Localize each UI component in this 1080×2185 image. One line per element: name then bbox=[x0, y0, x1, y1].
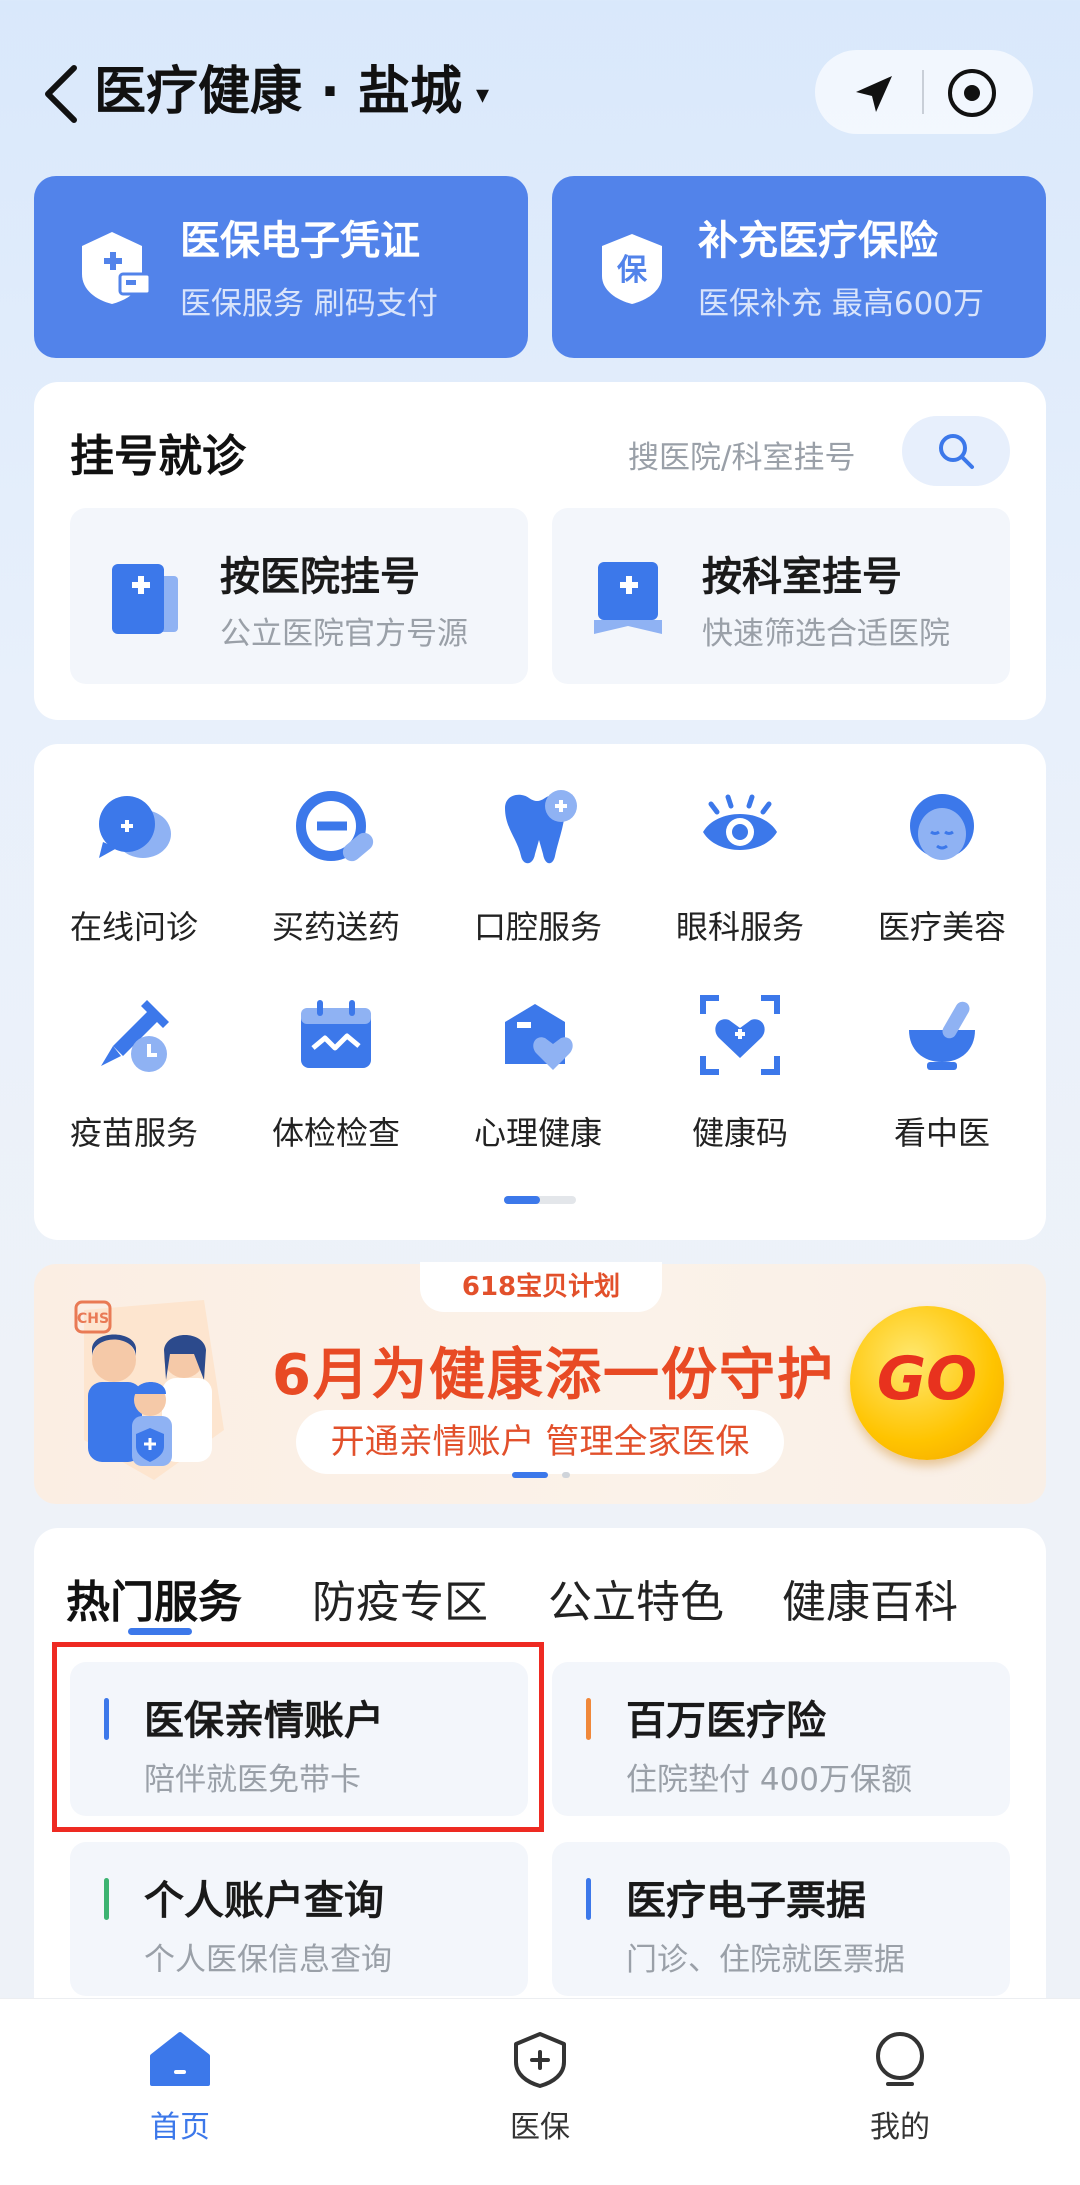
health-code-icon bbox=[700, 995, 780, 1075]
page-title[interactable]: 医疗健康 · 盐城 ▾ bbox=[94, 54, 489, 133]
grid-label: 心理健康 bbox=[473, 1114, 602, 1152]
insurance-card-icon bbox=[82, 232, 152, 304]
option-subtitle: 公立医院官方号源 bbox=[220, 616, 468, 652]
medical-insurance-card[interactable]: 医保电子凭证 医保服务 刷码支付 bbox=[34, 176, 528, 358]
vaccine-icon bbox=[101, 1000, 169, 1072]
beauty-face-icon bbox=[910, 794, 974, 860]
banner-go-button[interactable]: GO bbox=[850, 1306, 1004, 1460]
grid-label: 眼科服务 bbox=[675, 908, 804, 946]
tab-epidemic-zone[interactable]: 防疫专区 bbox=[312, 1566, 488, 1630]
go-label: GO bbox=[876, 1344, 978, 1414]
home-icon bbox=[150, 2032, 210, 2086]
grid-item-dental[interactable]: 口腔服务 bbox=[448, 786, 628, 948]
department-icon bbox=[594, 562, 662, 634]
tabbar-label: 首页 bbox=[150, 2110, 210, 2145]
svg-text:CHS: CHS bbox=[77, 1311, 109, 1327]
grid-item-vaccine[interactable]: 疫苗服务 bbox=[44, 992, 224, 1154]
chat-consult-icon bbox=[99, 796, 171, 858]
grid-label: 疫苗服务 bbox=[69, 1114, 198, 1152]
banner-tag: 618宝贝计划 bbox=[420, 1262, 662, 1312]
tab-health-wiki[interactable]: 健康百科 bbox=[782, 1566, 958, 1630]
option-title: 按科室挂号 bbox=[702, 554, 902, 600]
grid-label: 买药送药 bbox=[271, 908, 400, 946]
grid-item-checkup[interactable]: 体检检查 bbox=[246, 992, 426, 1154]
calendar-checkup-icon bbox=[301, 1000, 371, 1068]
grid-label: 在线问诊 bbox=[69, 908, 198, 946]
search-hint[interactable]: 搜医院/科室挂号 bbox=[628, 432, 855, 477]
grid-label: 口腔服务 bbox=[473, 908, 602, 946]
service-million-insurance[interactable]: 百万医疗险 住院垫付 400万保额 bbox=[552, 1662, 1010, 1816]
heart-box-icon bbox=[505, 1004, 573, 1070]
svg-text:保: 保 bbox=[617, 253, 648, 288]
register-title: 挂号就诊 bbox=[70, 431, 246, 482]
tooth-icon bbox=[505, 790, 577, 864]
grid-label: 医疗美容 bbox=[877, 908, 1006, 946]
eye-icon bbox=[703, 794, 777, 850]
tabbar-label: 医保 bbox=[510, 2110, 570, 2145]
grid-item-mental-health[interactable]: 心理健康 bbox=[448, 992, 628, 1154]
capsule-divider bbox=[922, 70, 924, 114]
option-subtitle: 快速筛选合适医院 bbox=[702, 616, 950, 652]
accent-bar bbox=[104, 1878, 109, 1920]
chevron-down-icon[interactable]: ▾ bbox=[476, 80, 489, 110]
grid-item-health-code[interactable]: 健康码 bbox=[650, 992, 830, 1154]
service-title: 医疗电子票据 bbox=[626, 1878, 866, 1924]
medicine-delivery-icon bbox=[296, 791, 374, 862]
card-title: 补充医疗保险 bbox=[698, 218, 938, 264]
service-personal-account[interactable]: 个人账户查询 个人医保信息查询 bbox=[70, 1842, 528, 1996]
banner-headline: 6月为健康添一份守护 bbox=[272, 1343, 835, 1408]
family-illustration: CHS bbox=[74, 1300, 224, 1480]
accent-bar bbox=[586, 1698, 591, 1740]
option-title: 按医院挂号 bbox=[220, 554, 420, 600]
card-subtitle: 医保补充 最高600万 bbox=[698, 286, 985, 322]
tabbar-mine[interactable]: 我的 bbox=[800, 2030, 1000, 2146]
back-arrow-icon[interactable] bbox=[40, 62, 84, 126]
register-by-hospital[interactable]: 按医院挂号 公立医院官方号源 bbox=[70, 508, 528, 684]
grid-item-online-consult[interactable]: 在线问诊 bbox=[44, 786, 224, 948]
accent-bar bbox=[586, 1878, 591, 1920]
card-subtitle: 医保服务 刷码支付 bbox=[180, 286, 438, 322]
register-by-department[interactable]: 按科室挂号 快速筛选合适医院 bbox=[552, 508, 1010, 684]
shield-plus-icon bbox=[514, 2032, 566, 2088]
grid-item-medical-beauty[interactable]: 医疗美容 bbox=[852, 786, 1032, 948]
grid-page-indicator bbox=[504, 1196, 576, 1204]
banner-page-indicator bbox=[512, 1472, 572, 1478]
supplementary-insurance-card[interactable]: 保 补充医疗保险 医保补充 最高600万 bbox=[552, 176, 1046, 358]
person-icon bbox=[876, 2032, 924, 2086]
grid-item-tcm[interactable]: 看中医 bbox=[852, 992, 1032, 1154]
grid-item-medicine-delivery[interactable]: 买药送药 bbox=[246, 786, 426, 948]
search-icon bbox=[939, 434, 974, 469]
grid-item-ophthalmology[interactable]: 眼科服务 bbox=[650, 786, 830, 948]
service-subtitle: 住院垫付 400万保额 bbox=[626, 1762, 913, 1798]
mortar-pestle-icon bbox=[909, 1001, 975, 1070]
service-subtitle: 门诊、住院就医票据 bbox=[626, 1942, 905, 1978]
card-title: 医保电子凭证 bbox=[180, 218, 420, 264]
location-arrow-icon[interactable] bbox=[850, 70, 898, 118]
banner-subtitle: 开通亲情账户 管理全家医保 bbox=[296, 1410, 784, 1474]
active-tab-underline bbox=[128, 1628, 192, 1635]
tab-hot-services[interactable]: 热门服务 bbox=[66, 1566, 242, 1630]
service-e-receipt[interactable]: 医疗电子票据 门诊、住院就医票据 bbox=[552, 1842, 1010, 1996]
hospital-icon bbox=[112, 564, 178, 634]
service-title: 百万医疗险 bbox=[626, 1698, 826, 1744]
mini-program-capsule bbox=[815, 50, 1033, 134]
grid-label: 健康码 bbox=[691, 1114, 788, 1152]
tabbar-home[interactable]: 首页 bbox=[80, 2030, 280, 2146]
service-title: 个人账户查询 bbox=[144, 1878, 384, 1924]
highlight-box bbox=[52, 1642, 544, 1832]
tabbar-insurance[interactable]: 医保 bbox=[440, 2030, 640, 2146]
grid-label: 体检检查 bbox=[271, 1114, 400, 1152]
shield-bao-icon: 保 bbox=[602, 234, 662, 304]
search-button[interactable] bbox=[902, 416, 1010, 486]
header: 医疗健康 · 盐城 ▾ bbox=[0, 0, 1080, 170]
tab-public-features[interactable]: 公立特色 bbox=[548, 1566, 724, 1630]
tabbar-label: 我的 bbox=[870, 2110, 930, 2145]
target-close-icon[interactable] bbox=[945, 66, 999, 120]
grid-label: 看中医 bbox=[893, 1114, 990, 1152]
service-subtitle: 个人医保信息查询 bbox=[144, 1942, 392, 1978]
